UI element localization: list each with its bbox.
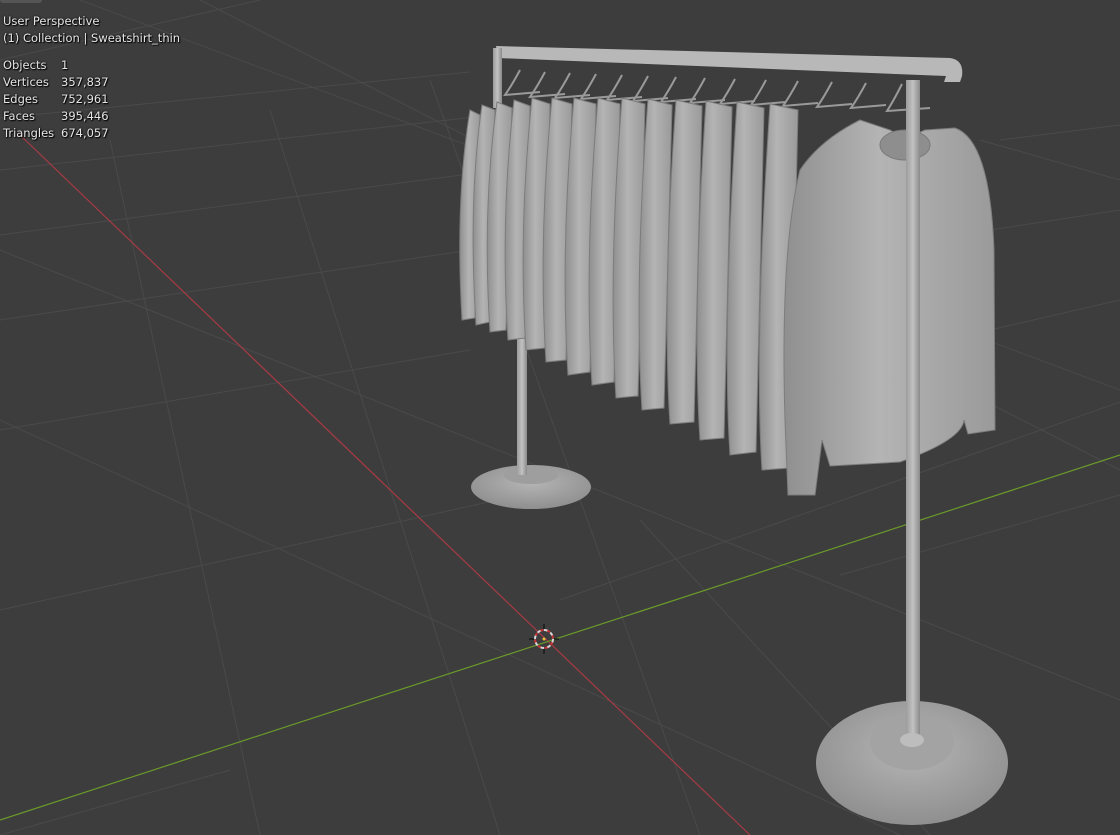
rack-top-bar <box>493 46 963 108</box>
stat-label: Faces <box>3 109 35 123</box>
stat-value: 1 <box>61 58 69 72</box>
stat-label: Triangles <box>3 126 55 140</box>
stat-row-objects: Objects 1 <box>3 57 180 74</box>
3d-viewport[interactable]: User Perspective (1) Collection | Sweats… <box>0 0 1120 835</box>
stat-value: 357,837 <box>61 75 109 89</box>
viewport-info-overlay: User Perspective (1) Collection | Sweats… <box>3 13 180 142</box>
stat-value: 674,057 <box>61 126 109 140</box>
view-name: User Perspective <box>3 14 100 28</box>
3d-cursor-icon <box>529 624 559 654</box>
stat-label: Objects <box>3 58 47 72</box>
collection-info: (1) Collection | Sweatshirt_thin <box>3 31 181 45</box>
stat-row-vertices: Vertices 357,837 <box>3 74 180 91</box>
stat-row-faces: Faces 395,446 <box>3 108 180 125</box>
stat-label: Vertices <box>3 75 49 89</box>
stat-row-edges: Edges 752,961 <box>3 91 180 108</box>
scene-statistics: Objects 1 Vertices 357,837 Edges 752,961… <box>3 57 180 142</box>
stat-row-triangles: Triangles 674,057 <box>3 125 180 142</box>
stat-label: Edges <box>3 92 38 106</box>
stat-value: 752,961 <box>61 92 109 106</box>
stat-value: 395,446 <box>61 109 109 123</box>
